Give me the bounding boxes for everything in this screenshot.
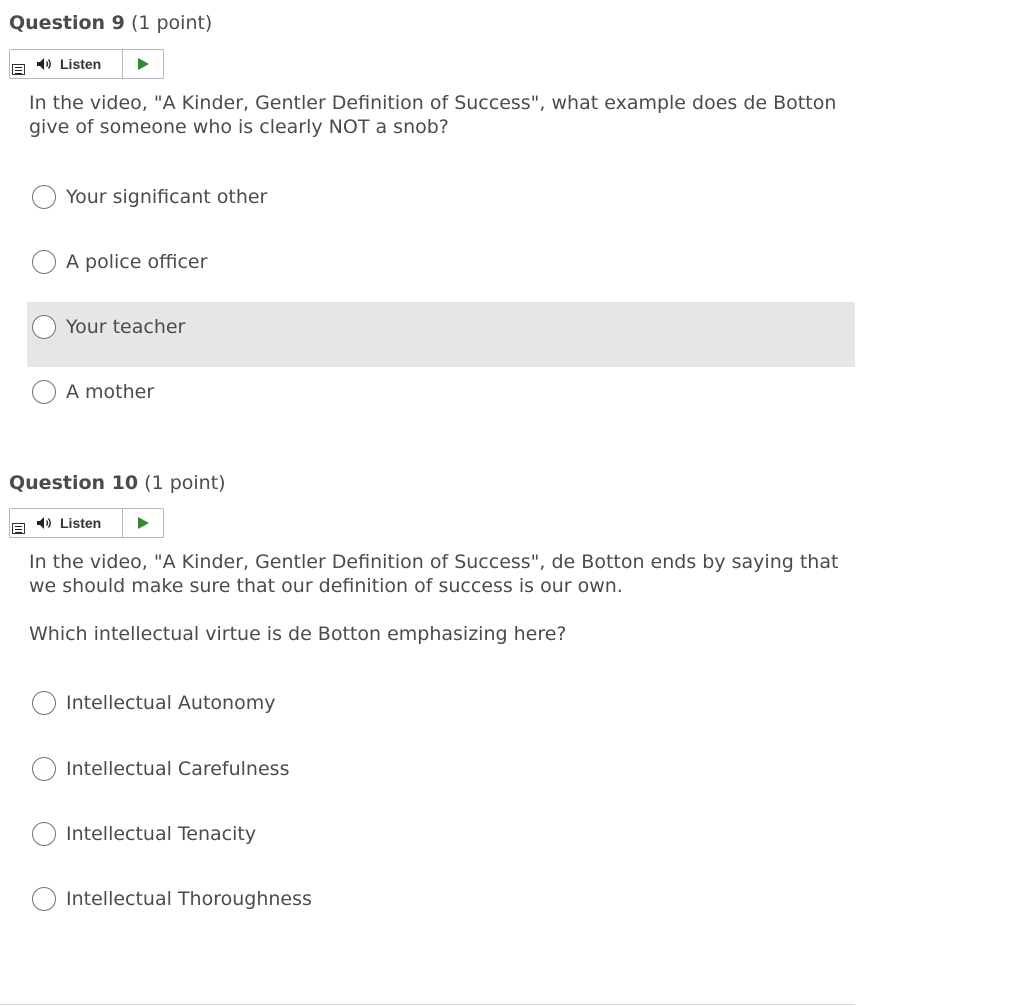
answer-label: Intellectual Carefulness [66, 758, 290, 780]
listen-button[interactable]: Listen [32, 50, 122, 78]
listen-button[interactable]: Listen [32, 509, 122, 537]
radio-button[interactable] [32, 757, 56, 781]
listen-menu-button[interactable] [10, 509, 32, 537]
listen-label: Listen [60, 515, 102, 531]
radio-button[interactable] [32, 250, 56, 274]
radio-button[interactable] [32, 691, 56, 715]
speaker-icon [37, 517, 51, 529]
answer-option[interactable]: Intellectual Autonomy [27, 671, 855, 736]
radio-button[interactable] [32, 380, 56, 404]
answer-label: Intellectual Thoroughness [66, 888, 312, 910]
answer-label: Intellectual Tenacity [66, 823, 257, 845]
question-paragraph: In the video, "A Kinder, Gentler Definit… [29, 92, 837, 138]
answer-label: Your teacher [66, 316, 186, 338]
question-text: In the video, "A Kinder, Gentler Definit… [29, 91, 859, 139]
listen-widget: Listen [9, 508, 164, 538]
question-points: (1 point) [130, 12, 213, 34]
answer-label: A police officer [66, 251, 208, 273]
answer-option[interactable]: Intellectual Thoroughness [27, 867, 855, 932]
radio-button[interactable] [32, 887, 56, 911]
answer-label: Intellectual Autonomy [66, 692, 276, 714]
question-paragraph: In the video, "A Kinder, Gentler Definit… [29, 551, 839, 597]
question-points: (1 point) [144, 472, 226, 494]
answer-label: Your significant other [66, 186, 268, 208]
question-number: Question 10 [9, 472, 139, 494]
play-button[interactable] [123, 50, 163, 78]
listen-widget: Listen [9, 49, 164, 79]
answer-option[interactable]: Intellectual Carefulness [27, 737, 855, 802]
radio-button[interactable] [32, 822, 56, 846]
menu-icon [12, 64, 25, 75]
answer-option[interactable]: Your significant other [27, 165, 855, 230]
answer-option[interactable]: A mother [27, 360, 855, 425]
answer-option[interactable]: Intellectual Tenacity [27, 802, 855, 867]
play-icon [138, 517, 149, 529]
speaker-icon [37, 58, 51, 70]
answer-option[interactable]: A police officer [27, 230, 855, 295]
question-title: Question 9 (1 point) [9, 11, 212, 35]
menu-icon [12, 523, 25, 534]
divider [0, 1004, 855, 1005]
play-button[interactable] [123, 509, 163, 537]
question-paragraph: Which intellectual virtue is de Botton e… [29, 623, 567, 645]
answer-option[interactable]: Your teacher [27, 302, 855, 367]
listen-menu-button[interactable] [10, 50, 32, 78]
answer-label: A mother [66, 381, 155, 403]
play-icon [138, 58, 149, 70]
radio-button[interactable] [32, 185, 56, 209]
question-title: Question 10 (1 point) [9, 471, 226, 495]
question-number: Question 9 [9, 12, 125, 34]
listen-label: Listen [60, 56, 102, 72]
radio-button[interactable] [32, 315, 56, 339]
question-text: In the video, "A Kinder, Gentler Definit… [29, 550, 859, 646]
